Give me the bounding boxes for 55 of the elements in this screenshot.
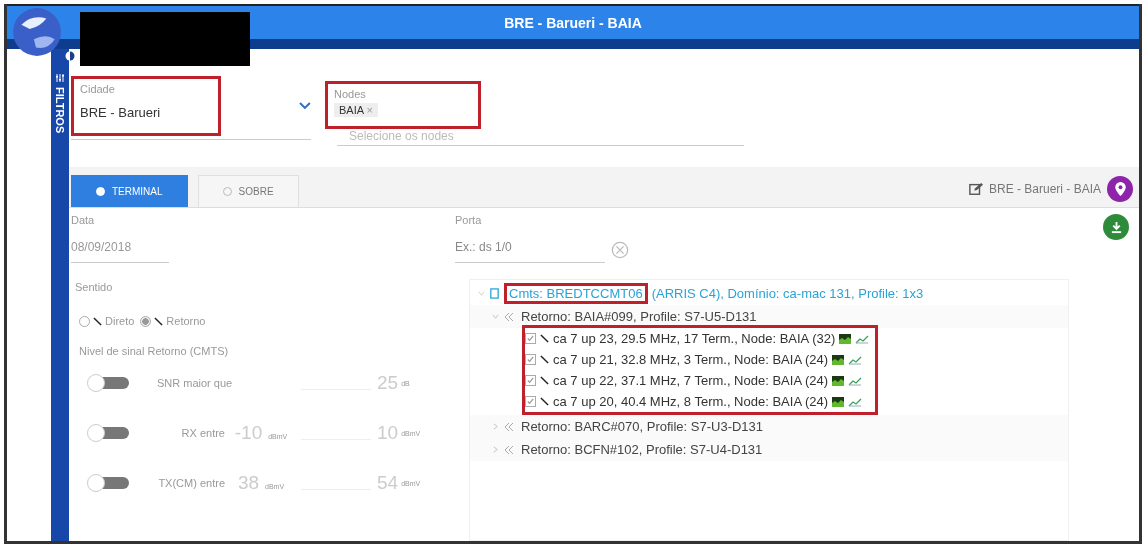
toggle-switch[interactable] bbox=[87, 424, 129, 442]
toggle-switch[interactable] bbox=[87, 474, 129, 492]
field-label: Data bbox=[71, 214, 96, 226]
field-label: Nodes bbox=[334, 88, 367, 100]
checkbox[interactable] bbox=[525, 396, 536, 407]
pin-icon bbox=[1114, 182, 1126, 196]
radio-button[interactable] bbox=[140, 315, 152, 327]
clear-icon[interactable] bbox=[611, 240, 629, 259]
channel-item[interactable]: ca 7 up 21, 32.8 MHz, 3 Term., Node: BAIA (24) bbox=[553, 352, 829, 367]
expand-icon[interactable] bbox=[492, 446, 499, 453]
tab[interactable]: SOBRE bbox=[197, 175, 299, 207]
probe-icon bbox=[154, 316, 164, 326]
cmts-details: (ARRIS C4), Domínio: ca-mac 131, Profile: 1x3 bbox=[651, 286, 924, 301]
globe-logo-icon bbox=[11, 6, 63, 58]
filters-toggle[interactable]: FILTROS bbox=[54, 87, 66, 134]
download-button[interactable] bbox=[1103, 214, 1129, 240]
spectrum-chart-icon[interactable] bbox=[832, 396, 845, 407]
radio-label: Retorno bbox=[166, 315, 206, 327]
probe-icon bbox=[93, 316, 102, 326]
field-label: Porta bbox=[455, 214, 483, 226]
probe-icon bbox=[540, 355, 549, 364]
section-label: Nivel de sinal Retorno (CMTS) bbox=[79, 345, 230, 357]
channel-item[interactable]: ca 7 up 20, 40.4 MHz, 8 Term., Node: BAIA (24) bbox=[553, 394, 829, 409]
edit-icon[interactable] bbox=[968, 182, 983, 196]
spectrum-chart-icon[interactable] bbox=[832, 375, 845, 386]
copy-icon bbox=[489, 288, 500, 299]
probe-icon bbox=[540, 397, 549, 406]
limit-label: TX(CM) entre bbox=[157, 477, 225, 489]
download-icon bbox=[1109, 220, 1123, 234]
spectrum-chart-icon[interactable] bbox=[839, 333, 852, 344]
location-label: BRE - Barueri - BAIA bbox=[988, 182, 1101, 196]
channel-item[interactable]: ca 7 up 22, 37.1 MHz, 7 Term., Node: BAIA (24) bbox=[553, 373, 829, 388]
section-label: Sentido bbox=[75, 281, 114, 293]
expand-icon[interactable] bbox=[492, 313, 499, 320]
limit-label: RX entre bbox=[180, 427, 225, 439]
expand-icon[interactable] bbox=[492, 423, 499, 430]
chevron-down-icon[interactable] bbox=[299, 102, 311, 110]
tab[interactable]: TERMINAL bbox=[71, 175, 188, 207]
probe-icon bbox=[540, 376, 549, 385]
toggle-switch[interactable] bbox=[87, 374, 129, 392]
window-title: BRE - Barueri - BAIA bbox=[504, 15, 642, 33]
sliders-icon[interactable] bbox=[55, 73, 65, 83]
spectrum-chart-icon[interactable] bbox=[832, 354, 845, 365]
location-pin-button[interactable] bbox=[1107, 176, 1133, 202]
probe-icon bbox=[540, 334, 549, 343]
checkbox[interactable] bbox=[525, 333, 536, 344]
field-label: Cidade bbox=[80, 83, 116, 95]
nodes-input-field[interactable]: Selecione os nodes bbox=[337, 129, 744, 146]
limit-label: SNR maior que bbox=[157, 377, 234, 389]
checkbox[interactable] bbox=[525, 354, 536, 365]
city-select[interactable]: BRE - Barueri bbox=[80, 105, 213, 120]
radio-label: Direto bbox=[105, 315, 135, 327]
node-chip[interactable]: BAIA × bbox=[334, 103, 378, 117]
channel-item[interactable]: ca 7 up 23, 29.5 MHz, 17 Term., Node: BAIA (32) bbox=[553, 331, 836, 346]
checkbox[interactable] bbox=[525, 375, 536, 386]
